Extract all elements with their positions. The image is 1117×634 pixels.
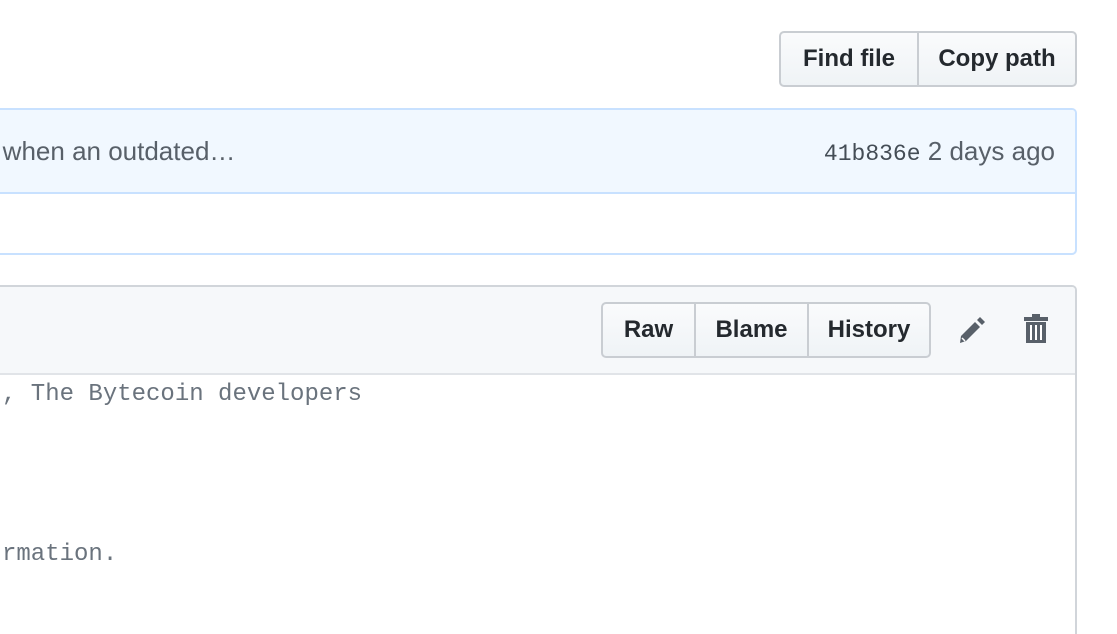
file-action-buttons: Raw Blame History (601, 302, 931, 358)
commit-sha-link[interactable]: 41b836e (824, 141, 921, 167)
history-button[interactable]: History (807, 304, 929, 356)
pencil-icon (960, 317, 985, 343)
code-line: , The Bytecoin developers (2, 381, 363, 408)
file-header: Raw Blame History (0, 287, 1075, 375)
code-line: rmation. (2, 541, 118, 568)
delete-file-button[interactable] (1018, 311, 1054, 347)
commit-info-box: us when an outdated… 41b836e 2 days ago (0, 108, 1077, 255)
trash-icon (1024, 314, 1048, 343)
commit-message-link[interactable]: us when an outdated… (0, 136, 235, 167)
blame-button[interactable]: Blame (694, 304, 807, 356)
commit-age: 2 days ago (927, 136, 1055, 166)
raw-button[interactable]: Raw (603, 304, 694, 356)
commit-meta: 41b836e 2 days ago (824, 136, 1055, 167)
find-file-button[interactable]: Find file (781, 33, 917, 85)
edit-file-button[interactable] (954, 311, 990, 347)
copy-path-button[interactable]: Copy path (917, 33, 1075, 85)
file-navigation-buttons: Find file Copy path (779, 31, 1077, 87)
file-viewer: Raw Blame History , The Bytecoin develop… (0, 285, 1077, 634)
commit-tease: us when an outdated… 41b836e 2 days ago (0, 110, 1075, 194)
